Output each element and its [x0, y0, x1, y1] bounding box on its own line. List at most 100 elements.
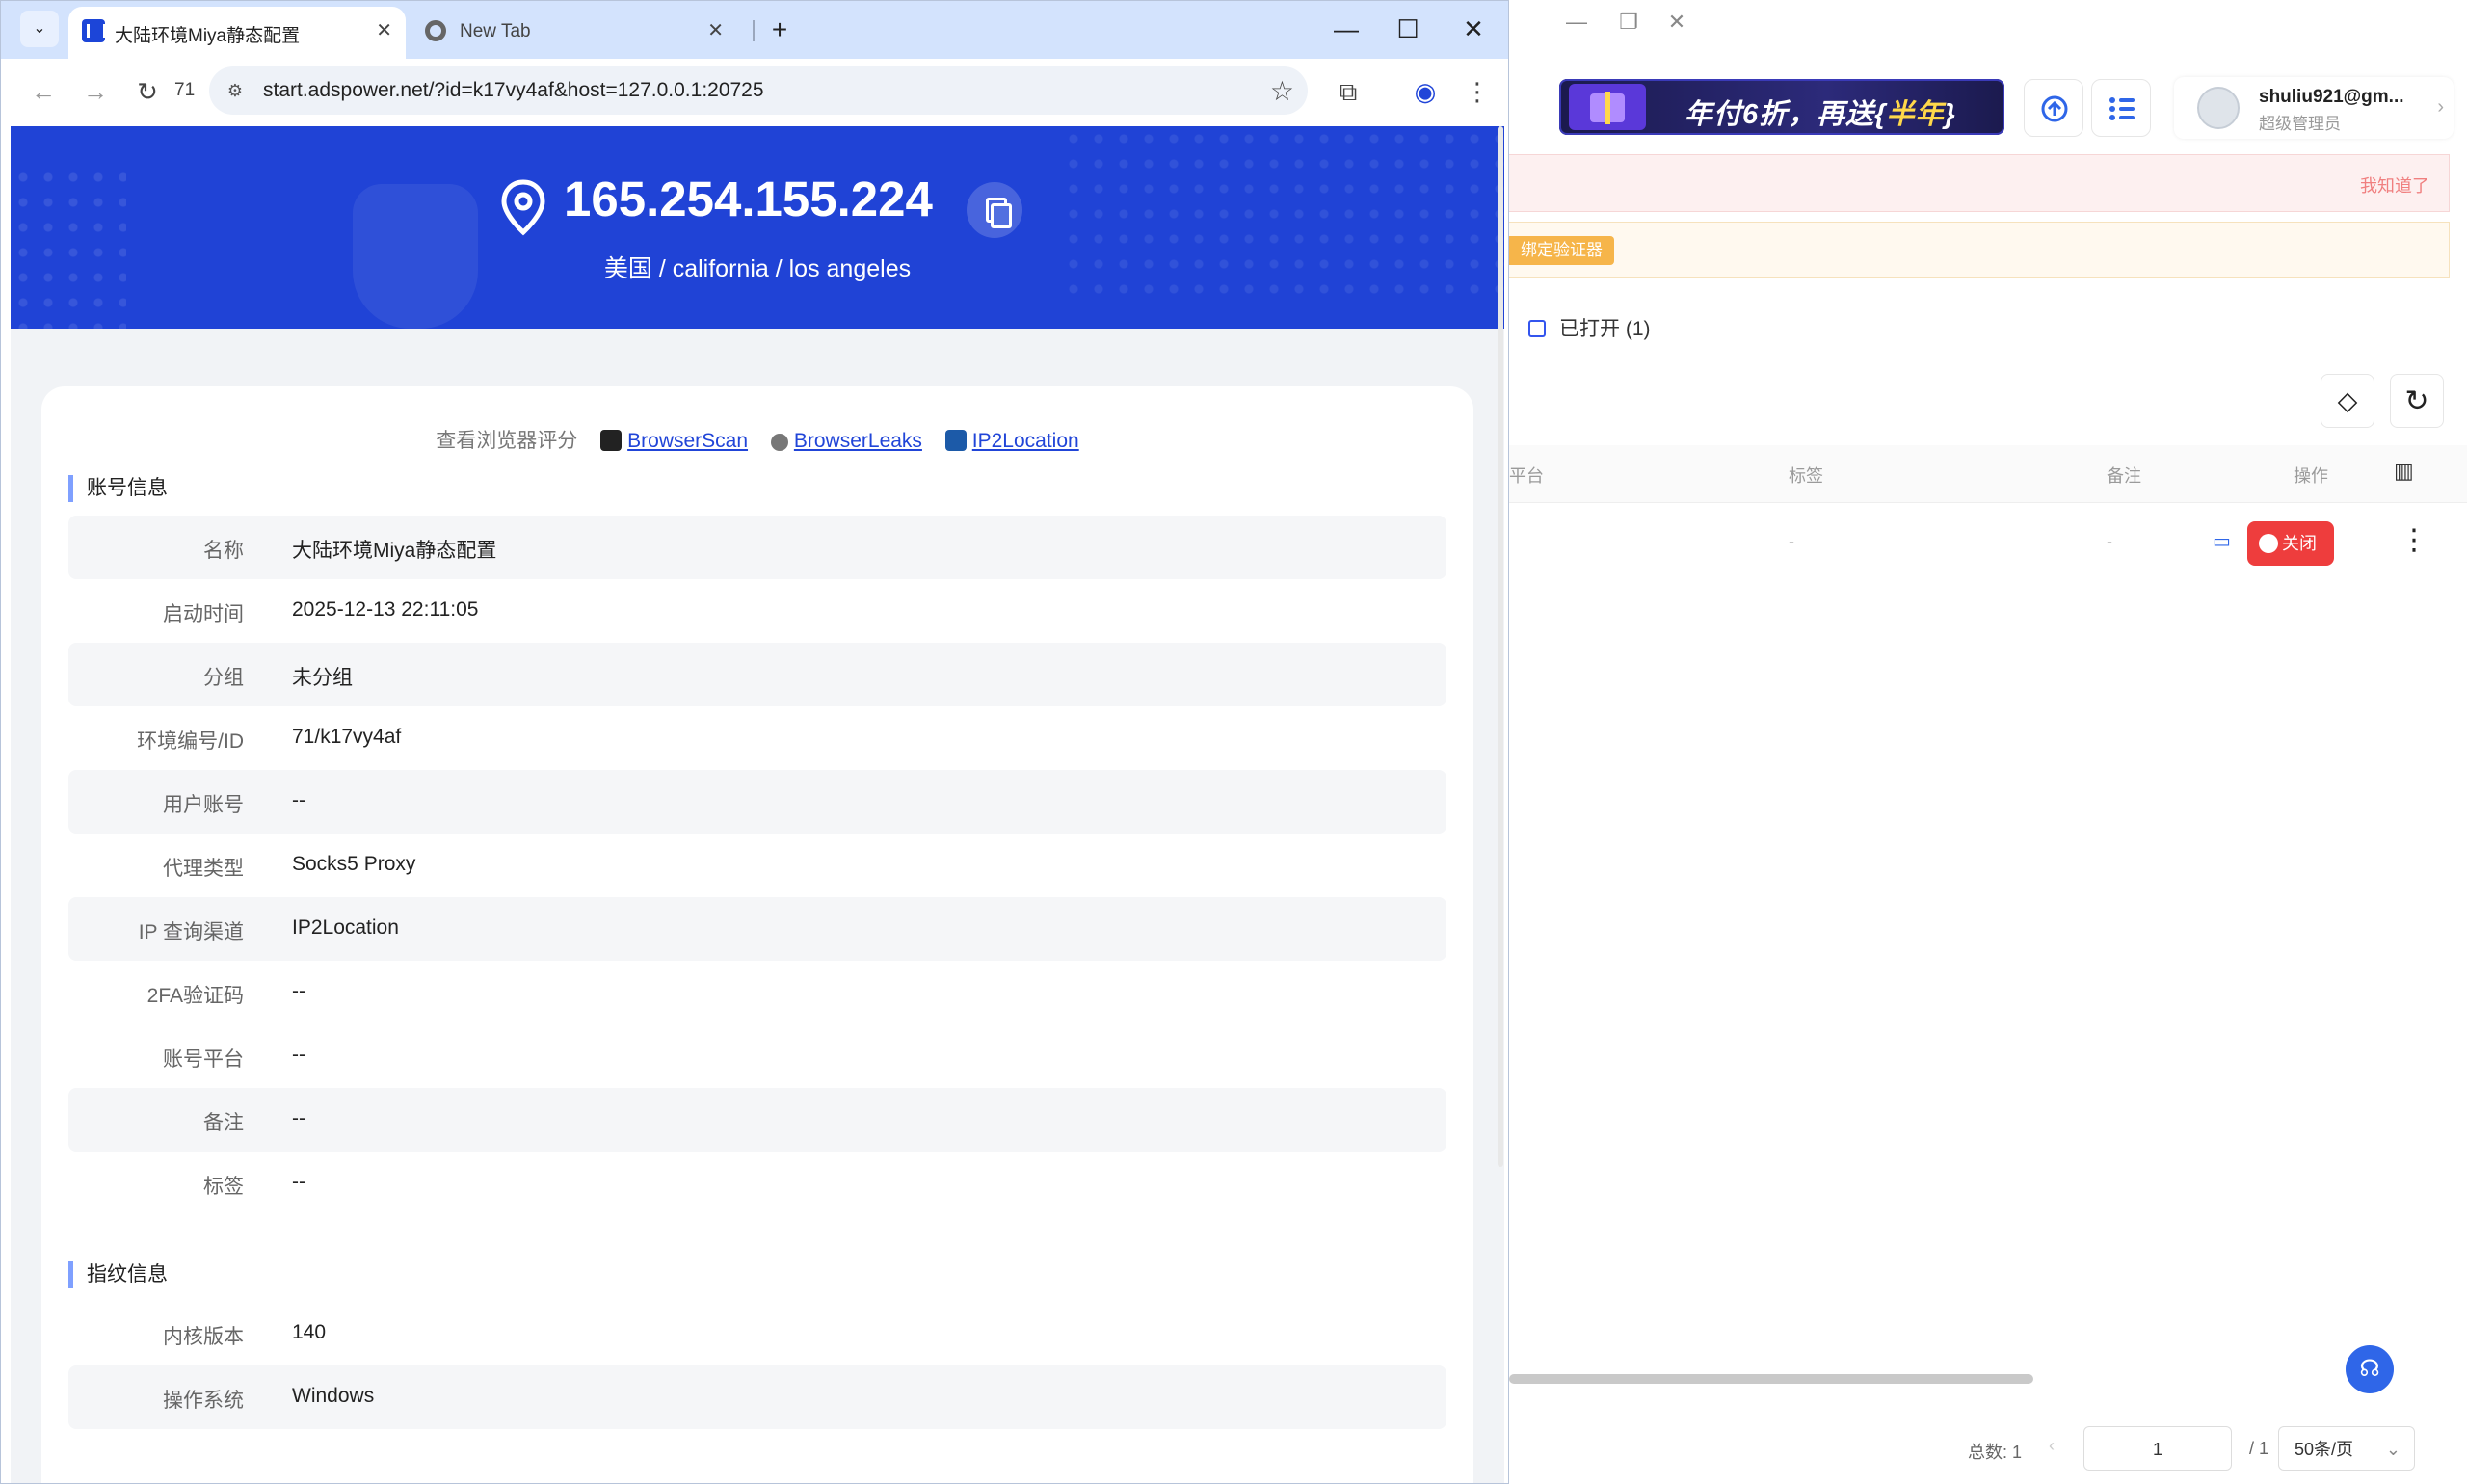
row-label: 分组 — [203, 667, 244, 689]
page-size-value: 50条/页 — [2295, 1440, 2354, 1459]
fingerprint-icon — [770, 434, 788, 451]
chrome-favicon-icon — [425, 20, 446, 41]
page-size-select[interactable]: 50条/页 ⌄ — [2278, 1426, 2415, 1471]
tag-button[interactable]: ⬦ — [2321, 374, 2374, 428]
profile-icon[interactable]: ◉ — [1406, 72, 1445, 111]
info-row: 启动时间 2025-12-13 22:11:05 — [68, 579, 1446, 643]
row-value: Socks5 Proxy — [292, 853, 416, 875]
vertical-scrollbar[interactable] — [1498, 126, 1503, 1167]
browserscan-icon — [600, 430, 623, 451]
row-label: 标签 — [203, 1176, 244, 1198]
decorative-dots — [11, 165, 126, 329]
row-label: 环境编号/ID — [137, 730, 244, 753]
tab-new-tab[interactable]: New Tab ✕ — [421, 7, 739, 59]
close-tab-icon[interactable]: ✕ — [376, 18, 392, 42]
row-value: Windows — [292, 1385, 375, 1407]
section-fingerprint-title: 指纹信息 — [68, 1261, 168, 1288]
site-info-icon[interactable]: ⚙ — [223, 78, 248, 103]
table-row: - - ▭ 关闭 ⋮ — [1509, 506, 2467, 583]
prev-page-icon[interactable]: ‹ — [2049, 1436, 2055, 1456]
promo-banner[interactable]: 年付6折，再送{半年} — [1559, 79, 2004, 135]
row-label: 用户账号 — [163, 794, 244, 816]
info-row: 内核版本 140 — [68, 1302, 1446, 1365]
dismiss-link[interactable]: 我知道了 — [2360, 172, 2429, 198]
page-input[interactable]: 1 — [2083, 1426, 2232, 1471]
more-icon[interactable]: ⋮ — [2400, 523, 2428, 557]
bg-restore-button[interactable]: ❐ — [1609, 8, 1648, 37]
row-label: 名称 — [203, 540, 244, 562]
row-label: 账号平台 — [163, 1048, 244, 1071]
info-row: IP 查询渠道 IP2Location — [68, 897, 1446, 961]
tab-search-button[interactable]: ⌄ — [20, 11, 59, 47]
info-row: 环境编号/ID 71/k17vy4af — [68, 706, 1446, 770]
tab-divider — [753, 20, 755, 41]
menu-icon[interactable]: ⋮ — [1458, 72, 1497, 111]
column-settings-icon[interactable]: ▥ — [2394, 459, 2414, 484]
window-icon[interactable]: ▭ — [2213, 529, 2231, 553]
info-card: 查看浏览器评分 BrowserScan BrowserLeaks IP2Loca… — [41, 386, 1473, 1483]
location-pin-icon — [501, 179, 545, 236]
opened-filter[interactable]: 已打开 (1) — [1528, 313, 1651, 342]
col-note: 备注 — [2107, 466, 2141, 486]
maximize-button[interactable]: ☐ — [1379, 7, 1437, 51]
refresh-icon: ↻ — [2404, 385, 2429, 417]
tab-active[interactable]: 大陆环境Miya静态配置 ✕ — [68, 7, 406, 59]
browser-window: ⌄ 大陆环境Miya静态配置 ✕ New Tab ✕ + — ☐ ✕ ← → ↻… — [0, 0, 1509, 1484]
address-bar[interactable]: ⚙ start.adspower.net/?id=k17vy4af&host=1… — [209, 66, 1308, 115]
task-list-button[interactable] — [2091, 79, 2151, 137]
bind-authenticator-button[interactable]: 绑定验证器 — [1509, 236, 1614, 265]
ip2location-link[interactable]: IP2Location — [972, 430, 1079, 452]
support-chat-button[interactable]: ☊ — [2346, 1345, 2394, 1393]
bg-minimize-button[interactable]: — — [1557, 8, 1596, 37]
tab-title: 大陆环境Miya静态配置 — [115, 26, 301, 46]
sync-icon — [2041, 95, 2068, 122]
row-value: -- — [292, 1107, 305, 1129]
notice-banner: 我知道了 — [1509, 154, 2450, 212]
gift-icon — [1569, 84, 1646, 130]
user-menu[interactable]: shuliu921@gm... 超级管理员 › — [2174, 77, 2454, 139]
back-icon[interactable]: ← — [24, 72, 63, 111]
info-row: 2FA验证码 -- — [68, 961, 1446, 1024]
minimize-button[interactable]: — — [1317, 7, 1375, 51]
row-value: 大陆环境Miya静态配置 — [292, 540, 497, 562]
close-browser-button[interactable]: 关闭 — [2247, 521, 2334, 566]
url-text[interactable]: start.adspower.net/?id=k17vy4af&host=127… — [263, 79, 764, 102]
browserleaks-link[interactable]: BrowserLeaks — [794, 430, 922, 452]
reload-icon[interactable]: ↻ — [128, 72, 167, 111]
row-value: -- — [292, 980, 305, 1002]
refresh-button[interactable]: ↻ — [2390, 374, 2444, 428]
forward-icon[interactable]: → — [76, 72, 115, 111]
horizontal-scrollbar[interactable] — [1509, 1374, 2033, 1384]
section-account-title: 账号信息 — [68, 475, 168, 502]
adspower-favicon-icon — [82, 19, 106, 42]
row-label: 2FA验证码 — [146, 985, 244, 1007]
browser-toolbar: ← → ↻ 71 ⚙ start.adspower.net/?id=k17vy4… — [1, 59, 1508, 124]
profile-number: 71 — [174, 80, 196, 100]
row-value: -- — [292, 789, 305, 811]
security-notice: 绑定验证器 — [1509, 222, 2450, 278]
bookmark-star-icon[interactable]: ☆ — [1270, 75, 1294, 107]
browserscan-link[interactable]: BrowserScan — [627, 430, 748, 452]
info-row: 分组 未分组 — [68, 643, 1446, 706]
tab-title: New Tab — [460, 21, 531, 41]
ip-location: 美国 / california / los angeles — [603, 255, 912, 282]
close-window-button[interactable]: ✕ — [1445, 7, 1502, 51]
col-tag: 标签 — [1789, 466, 1823, 486]
scrollbar-thumb[interactable] — [1498, 126, 1503, 1167]
row-label: 启动时间 — [163, 603, 244, 625]
avatar — [2197, 87, 2240, 129]
opened-filter-label: 已打开 (1) — [1559, 318, 1651, 340]
chevron-down-icon: ⌄ — [2385, 1440, 2401, 1459]
new-tab-button[interactable]: + — [762, 13, 797, 47]
background-app-window: — ❐ ✕ 年付6折，再送{半年} shuliu921@gm... 超级管理员 … — [1509, 0, 2467, 1484]
copy-icon[interactable] — [967, 182, 1022, 238]
bg-close-button[interactable]: ✕ — [1658, 8, 1696, 37]
tag-icon: ⬦ — [2337, 385, 2358, 417]
row-tag: - — [1789, 532, 1794, 551]
close-tab-icon[interactable]: ✕ — [707, 18, 724, 42]
list-icon — [2109, 97, 2135, 120]
extensions-icon[interactable]: ⧉ — [1329, 72, 1367, 111]
row-value: IP2Location — [292, 916, 399, 939]
checkbox[interactable] — [1528, 320, 1546, 337]
sync-button[interactable] — [2024, 79, 2083, 137]
